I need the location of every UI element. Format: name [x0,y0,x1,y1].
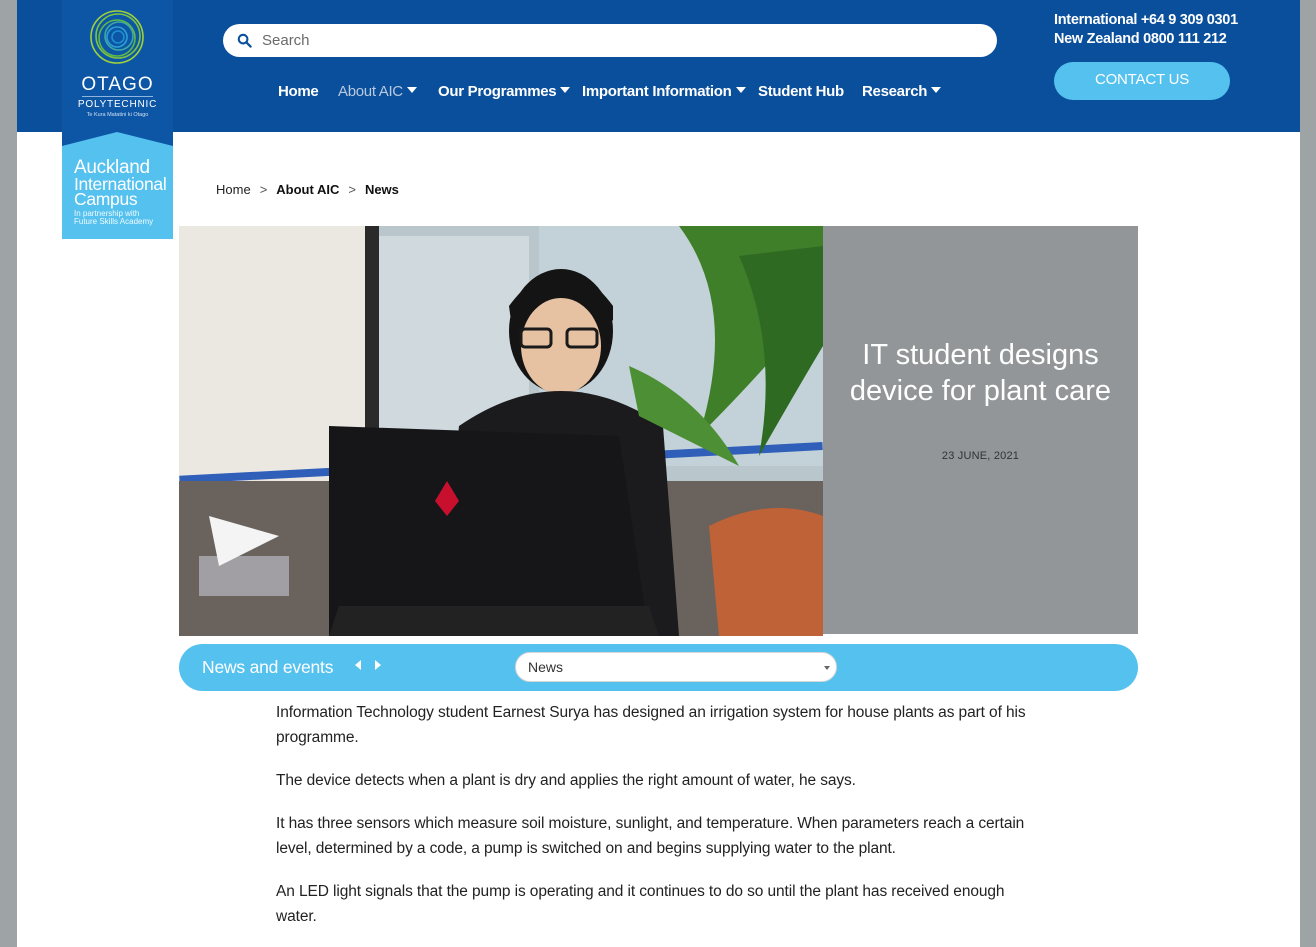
article-paragraph: It has three sensors which measure soil … [276,815,1025,857]
chevron-down-icon [560,87,571,93]
chevron-down-icon [735,87,746,93]
breadcrumb-news: News [364,182,399,197]
auckland-campus-badge[interactable]: Auckland International Campus In partner… [62,132,173,239]
site-header: Home About AIC Our Programmes Important … [17,0,1300,132]
nav-about-aic-label: About AIC [338,83,403,100]
spiral-logo-icon [90,10,144,64]
logo-divider [82,96,153,97]
nav-home-label: Home [278,83,319,100]
chevron-left-icon[interactable] [355,660,361,670]
logo-notch [62,132,173,146]
contact-us-button[interactable]: CONTACT US [1054,62,1230,100]
article-paragraph: Information Technology student Earnest S… [276,704,1026,746]
news-events-bar: News and events News [179,644,1138,691]
hero-photo [179,226,823,636]
nav-student-hub[interactable]: Student Hub [758,83,844,100]
phone-new-zealand[interactable]: New Zealand 0800 111 212 [1054,31,1227,47]
article-body: Information Technology student Earnest S… [276,700,1046,947]
breadcrumb: Home > About AIC > News [216,182,399,197]
logo-brand-text: OTAGO [81,74,154,95]
nav-our-programmes-label: Our Programmes [438,83,557,100]
nav-home[interactable]: Home [278,83,319,100]
otago-polytechnic-logo[interactable]: OTAGO POLYTECHNIC Te Kura Matatini ki Ot… [62,0,173,132]
article-paragraph: The device detects when a plant is dry a… [276,772,856,789]
hero-title-panel: IT student designs device for plant care… [823,226,1138,634]
chevron-right-icon[interactable] [375,660,381,670]
breadcrumb-separator: > [259,182,268,197]
campus-partner-line2: Future Skills Academy [74,217,154,226]
logo-brand-sub: POLYTECHNIC [77,99,158,110]
phone-international[interactable]: International +64 9 309 0301 [1054,12,1238,28]
news-category-value: News [528,659,564,675]
nav-important-information[interactable]: Important Information [582,83,746,100]
logo-tagline: Te Kura Matatini ki Otago [86,112,149,118]
article-date: 23 JUNE, 2021 [941,450,1020,462]
nav-research-label: Research [862,83,928,100]
search-icon[interactable] [237,33,252,48]
article-title: IT student designs device for plant care [849,339,1112,407]
article-paragraph: An LED light signals that the pump is op… [276,883,1005,925]
nav-important-information-label: Important Information [582,83,732,100]
nav-student-hub-label: Student Hub [758,83,844,100]
chevron-down-icon [824,666,830,670]
chevron-down-icon [931,87,942,93]
news-events-label[interactable]: News and events [202,657,333,678]
student-photo-illustration [179,226,823,636]
breadcrumb-separator: > [348,182,356,197]
breadcrumb-home[interactable]: Home [216,182,251,197]
campus-name-line3: Campus [74,189,138,209]
search-input[interactable] [262,24,982,57]
search-bar[interactable] [223,24,997,57]
breadcrumb-about-aic[interactable]: About AIC [276,182,339,197]
nav-our-programmes[interactable]: Our Programmes [438,83,571,100]
nav-about-aic[interactable]: About AIC [338,83,417,100]
news-category-select[interactable]: News [515,652,837,682]
nav-research[interactable]: Research [862,83,942,100]
chevron-down-icon [406,87,417,93]
